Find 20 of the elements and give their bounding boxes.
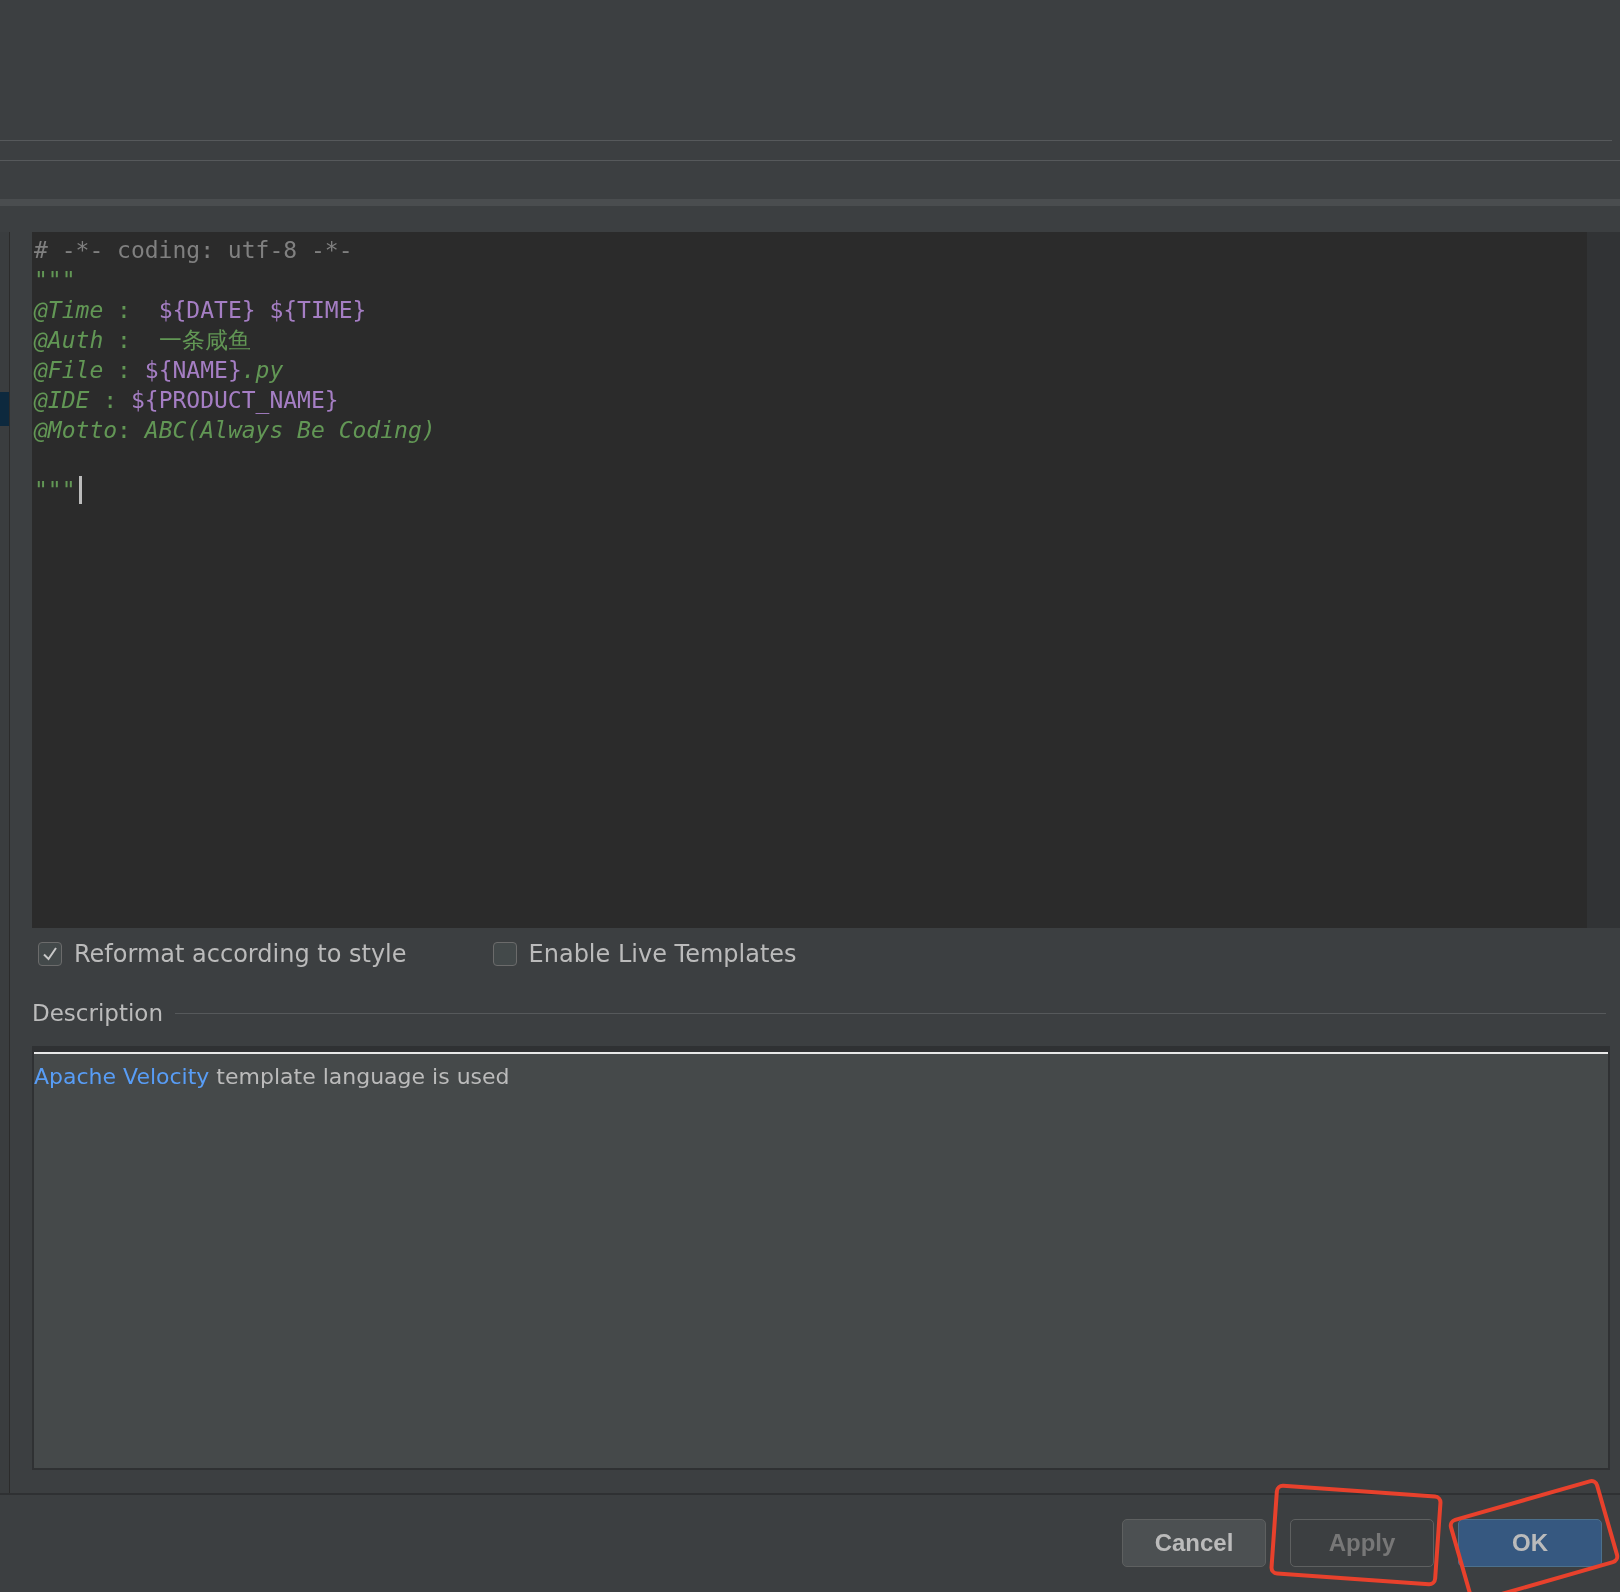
code-line: @Motto: ABC(Always Be Coding) xyxy=(34,416,436,445)
selection-marker xyxy=(0,392,9,426)
code-line: """ xyxy=(34,266,76,295)
code-line: @IDE : ${PRODUCT_NAME} xyxy=(34,386,339,415)
code-editor[interactable]: # -*- coding: utf-8 -*- """ @Time : ${DATE} ${TIME} @Auth : 一条咸鱼 @File : ${NAME}.py @IDE : ${PRODUCT_NAME} @Motto: ABC(Always Be Coding) """ xyxy=(32,232,1587,928)
code-line: @File : ${NAME}.py xyxy=(34,356,284,385)
code-line: """ xyxy=(34,476,76,505)
checkbox-option[interactable]: Enable Live Templates xyxy=(492,940,797,968)
dialog-button[interactable]: Cancel xyxy=(1122,1519,1266,1567)
code-line: @Auth : 一条咸鱼 xyxy=(34,326,251,355)
apache-velocity-link[interactable]: Apache Velocity xyxy=(34,1064,210,1089)
checkbox[interactable] xyxy=(38,942,62,966)
description-text: Apache Velocity template language is used xyxy=(34,1064,511,1089)
checkbox[interactable] xyxy=(492,942,517,966)
code-line: # -*- coding: utf-8 -*- xyxy=(34,236,353,265)
dialog-button[interactable]: OK xyxy=(1458,1519,1602,1567)
dialog-button[interactable]: Apply xyxy=(1290,1519,1434,1567)
code-line: @Time : ${DATE} ${TIME} xyxy=(34,296,367,325)
section-title: Description xyxy=(32,1000,163,1026)
checkbox-option[interactable]: Reformat according to style xyxy=(38,940,407,968)
